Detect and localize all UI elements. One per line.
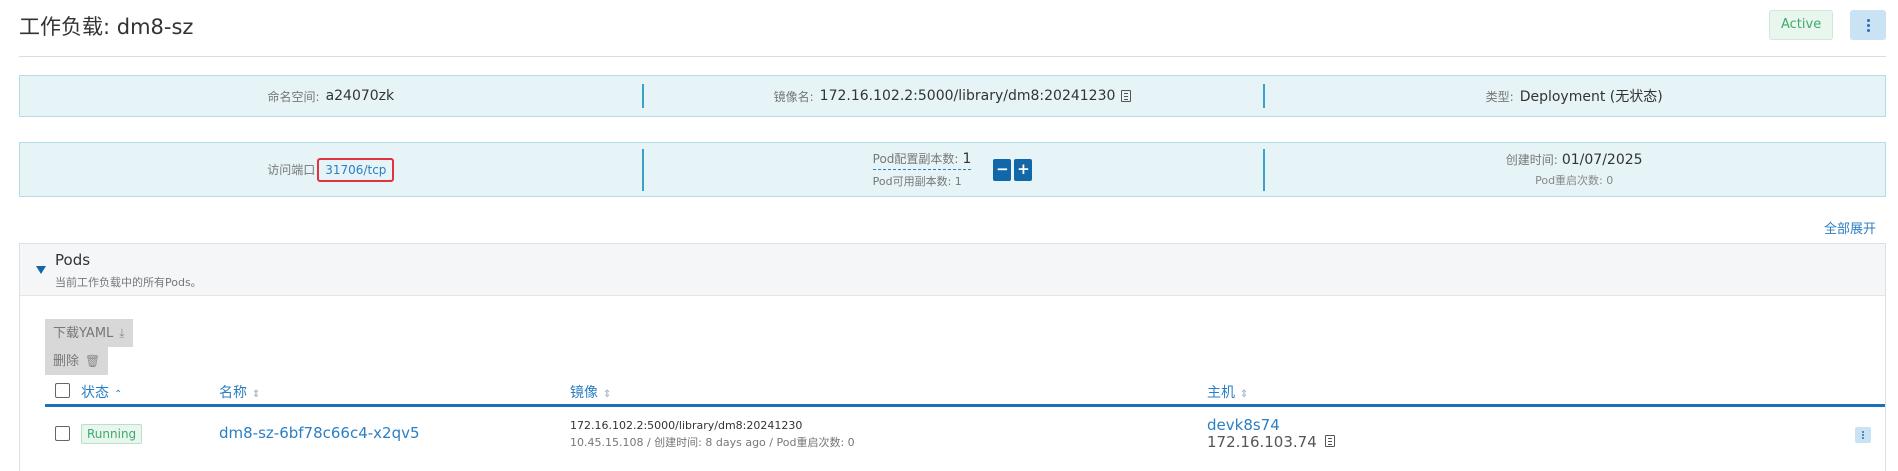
select-all-checkbox[interactable]	[55, 383, 70, 398]
kebab-icon	[1866, 18, 1870, 32]
pod-status-badge: Running	[81, 424, 143, 444]
caret-down-icon[interactable]	[36, 266, 46, 274]
download-icon: ⤓	[119, 326, 125, 340]
pod-meta: 10.45.15.108 / 创建时间: 8 days ago / Pod重启次…	[570, 436, 855, 449]
image-value: 172.16.102.2:5000/library/dm8:20241230	[819, 88, 1116, 104]
pod-image: 172.16.102.2:5000/library/dm8:20241230	[570, 419, 803, 432]
column-image-label: 镜像	[570, 385, 598, 401]
pods-title: Pods	[55, 251, 91, 269]
pods-table: 状态 ⌃ 名称 ⇕ 镜像 ⇕ 主机 ⇕ Running dm8-sz-6bf78c66c…	[45, 374, 1885, 460]
column-name[interactable]: 名称 ⇕	[219, 382, 260, 402]
image-cell: 镜像名: 172.16.102.2:5000/library/dm8:20241…	[642, 76, 1264, 116]
created-cell: 创建时间: 01/07/2025 Pod重启次数: 0	[1263, 143, 1885, 196]
column-status[interactable]: 状态 ⌃	[81, 382, 122, 402]
expand-all-link[interactable]: 全部展开	[1824, 218, 1876, 237]
created-value: 01/07/2025	[1561, 152, 1643, 168]
restart-count: Pod重启次数: 0	[1535, 174, 1614, 187]
workload-runtime-panel: 访问端口 31706/tcp Pod配置副本数: 1 Pod可用副本数: 1 − …	[19, 142, 1886, 197]
type-cell: 类型: Deployment (无状态)	[1263, 76, 1885, 116]
column-host[interactable]: 主机 ⇕	[1207, 382, 1248, 402]
sort-icon: ⇕	[1240, 389, 1249, 400]
namespace-cell: 命名空间: a24070zk	[20, 76, 642, 116]
type-value: Deployment (无状态)	[1519, 89, 1663, 105]
decrease-replica-button[interactable]: −	[993, 158, 1012, 181]
increase-replica-button[interactable]: +	[1014, 158, 1033, 181]
port-link[interactable]: 31706/tcp	[317, 157, 395, 182]
sort-icon: ⌃	[114, 389, 123, 400]
replica-config: Pod配置副本数: 1	[872, 150, 972, 170]
host-link[interactable]: devk8s74	[1207, 416, 1280, 434]
column-status-label: 状态	[81, 385, 109, 401]
replica-cell: Pod配置副本数: 1 Pod可用副本数: 1 − +	[642, 143, 1264, 196]
copy-icon[interactable]	[1324, 435, 1335, 447]
table-row: Running dm8-sz-6bf78c66c4-x2qv5 172.16.1…	[45, 407, 1885, 460]
column-name-label: 名称	[219, 385, 247, 401]
replica-value: 1	[962, 151, 972, 167]
copy-icon[interactable]	[1121, 90, 1132, 102]
type-label: 类型:	[1485, 89, 1514, 104]
port-cell: 访问端口 31706/tcp	[20, 143, 642, 196]
pods-section-header[interactable]: Pods 当前工作负载中的所有Pods。	[20, 244, 1885, 296]
kebab-icon	[1862, 431, 1864, 439]
workload-info-panel: 命名空间: a24070zk 镜像名: 172.16.102.2:5000/li…	[19, 75, 1886, 117]
image-label: 镜像名:	[773, 89, 814, 104]
row-checkbox[interactable]	[55, 426, 70, 441]
workload-status-badge: Active	[1769, 10, 1834, 40]
pod-name-link[interactable]: dm8-sz-6bf78c66c4-x2qv5	[219, 424, 420, 442]
pods-section: Pods 当前工作负载中的所有Pods。 下载YAML ⤓ 删除 🗑 状态 ⌃ 名称 ⇕…	[19, 243, 1886, 471]
host-ip: 172.16.103.74	[1207, 433, 1335, 451]
delete-button[interactable]: 删除 🗑	[45, 347, 109, 375]
host-ip-value: 172.16.103.74	[1207, 433, 1317, 451]
trash-icon: 🗑	[85, 354, 101, 368]
available-replicas: Pod可用副本数: 1	[872, 175, 962, 188]
sort-icon: ⇕	[252, 389, 261, 400]
sort-icon: ⇕	[603, 389, 612, 400]
column-image[interactable]: 镜像 ⇕	[570, 382, 611, 402]
replica-stepper: − +	[993, 158, 1033, 181]
replica-label: Pod配置副本数:	[872, 152, 959, 166]
workload-actions-button[interactable]	[1850, 10, 1886, 40]
namespace-label: 命名空间:	[267, 89, 320, 104]
port-label: 访问端口	[267, 163, 316, 177]
page-header: 工作负载: dm8-sz Active	[19, 0, 1886, 57]
created-label: 创建时间:	[1505, 153, 1558, 167]
row-actions-button[interactable]	[1855, 427, 1871, 443]
page-title: 工作负载: dm8-sz	[19, 15, 194, 39]
namespace-value: a24070zk	[325, 88, 395, 104]
delete-label: 删除	[53, 354, 80, 369]
table-header: 状态 ⌃ 名称 ⇕ 镜像 ⇕ 主机 ⇕	[45, 374, 1885, 407]
download-yaml-button[interactable]: 下载YAML ⤓	[45, 319, 133, 347]
column-host-label: 主机	[1207, 385, 1235, 401]
pods-description: 当前工作负载中的所有Pods。	[55, 276, 202, 289]
download-yaml-label: 下载YAML	[53, 326, 114, 341]
